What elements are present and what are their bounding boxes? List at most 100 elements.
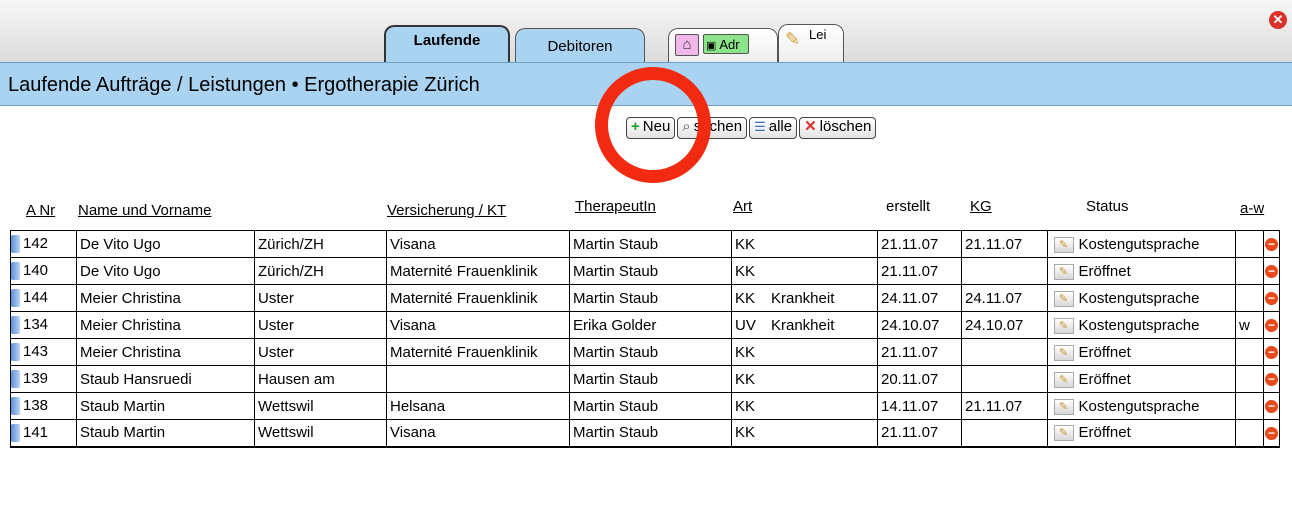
list-icon: ☰ <box>754 119 766 134</box>
cell-a-nr-text: 139 <box>23 369 49 387</box>
cell-status: Eröffnet <box>1075 338 1236 366</box>
cell-ort-text: Wettswil <box>258 397 314 415</box>
art-code: KK <box>735 289 756 307</box>
cell-therapeut: Martin Staub <box>569 257 732 285</box>
row-select-handle[interactable] <box>11 370 20 389</box>
orders-table: 142 De Vito Ugo Zürich/ZH Visana Martin Stau… <box>10 230 1280 448</box>
cell-a-nr-text: 141 <box>23 423 49 441</box>
remove-icon[interactable]: − <box>1265 346 1278 360</box>
tab-home-adr[interactable]: ⌂ ▣ Adr <box>668 28 778 62</box>
tab-adr[interactable]: ▣ Adr <box>703 34 749 54</box>
table-row[interactable]: 134 Meier Christina Uster Visana Erika Golde… <box>10 311 1280 339</box>
cell-edit: ✎ <box>1047 338 1076 366</box>
remove-icon[interactable]: − <box>1265 292 1278 306</box>
table-row[interactable]: 143 Meier Christina Uster Maternité Frauenk… <box>10 338 1280 366</box>
remove-icon[interactable]: − <box>1265 238 1278 252</box>
cell-a-nr: 143 <box>10 338 77 366</box>
home-icon[interactable]: ⌂ <box>675 34 699 56</box>
table-row[interactable]: 139 Staub Hansruedi Hausen am Martin Staub K… <box>10 365 1280 393</box>
cell-name-text: De Vito Ugo <box>80 262 161 280</box>
column-header-kg[interactable]: KG <box>970 198 992 215</box>
cell-name-text: Meier Christina <box>80 316 181 334</box>
cell-name-text: Staub Martin <box>80 424 166 442</box>
cell-a-nr: 139 <box>10 365 77 393</box>
cell-a-nr: 140 <box>10 257 77 285</box>
column-header-art[interactable]: Art <box>733 198 752 215</box>
cell-name: Staub Martin <box>76 392 255 420</box>
edit-icon[interactable]: ✎ <box>1053 236 1074 253</box>
tab-debitoren[interactable]: Debitoren <box>515 28 645 62</box>
cell-erstellt: 21.11.07 <box>877 230 962 258</box>
cell-ort: Wettswil <box>254 419 387 448</box>
cell-status-text: Eröffnet <box>1078 424 1131 442</box>
cell-aw <box>1235 365 1264 393</box>
table-row[interactable]: 144 Meier Christina Uster Maternité Frauenk… <box>10 284 1280 312</box>
row-select-handle[interactable] <box>11 289 20 308</box>
all-button-label: alle <box>768 118 793 135</box>
edit-icon[interactable]: ✎ <box>1053 425 1074 442</box>
cell-a-nr: 141 <box>10 419 77 448</box>
row-select-handle[interactable] <box>11 316 20 335</box>
cell-remove: − <box>1263 284 1280 312</box>
cell-therapeut-text: Martin Staub <box>573 289 659 307</box>
cell-status-text: Kostengutsprache <box>1078 289 1200 307</box>
cell-name-text: Meier Christina <box>80 289 181 307</box>
column-header-name[interactable]: Name und Vorname <box>78 202 211 219</box>
cell-a-nr: 144 <box>10 284 77 312</box>
edit-icon[interactable]: ✎ <box>1053 317 1074 334</box>
remove-icon[interactable]: − <box>1265 400 1278 414</box>
cell-name: Meier Christina <box>76 284 255 312</box>
row-select-handle[interactable] <box>11 235 20 254</box>
cell-ort: Hausen am <box>254 365 387 393</box>
remove-icon[interactable]: − <box>1265 373 1278 387</box>
edit-icon[interactable]: ✎ <box>1053 263 1074 280</box>
row-select-handle[interactable] <box>11 262 20 281</box>
cell-versicherung-text: Visana <box>390 235 436 253</box>
tab-laufende[interactable]: Laufende <box>384 25 510 63</box>
table-row[interactable]: 141 Staub Martin Wettswil Visana Martin Stau… <box>10 419 1280 448</box>
edit-icon[interactable]: ✎ <box>1053 344 1074 361</box>
column-header-aw[interactable]: a-w <box>1240 200 1264 217</box>
edit-icon[interactable]: ✎ <box>1053 290 1074 307</box>
cell-therapeut-text: Martin Staub <box>573 262 659 280</box>
cell-ort: Zürich/ZH <box>254 230 387 258</box>
cell-art: KK <box>731 230 878 258</box>
art-code: KK <box>735 262 756 280</box>
table-row[interactable]: 138 Staub Martin Wettswil Helsana Martin Sta… <box>10 392 1280 420</box>
search-button[interactable]: ⌕ suchen <box>677 117 748 139</box>
delete-button[interactable]: ✕ löschen <box>799 117 877 139</box>
edit-icon[interactable]: ✎ <box>1053 398 1074 415</box>
remove-icon[interactable]: − <box>1265 319 1278 333</box>
cell-erstellt: 21.11.07 <box>877 419 962 448</box>
cell-kg <box>961 257 1048 285</box>
column-header-therapeut[interactable]: TherapeutIn <box>575 198 656 215</box>
cell-ort: Uster <box>254 284 387 312</box>
cell-remove: − <box>1263 311 1280 339</box>
cell-kg: 24.11.07 <box>961 284 1048 312</box>
cell-aw <box>1235 230 1264 258</box>
row-select-handle[interactable] <box>11 423 20 442</box>
cell-versicherung: Helsana <box>386 392 570 420</box>
cell-erstellt-text: 21.11.07 <box>881 235 939 253</box>
row-select-handle[interactable] <box>11 397 20 416</box>
new-button[interactable]: + Neu <box>626 117 676 139</box>
close-icon[interactable]: ✕ <box>1269 11 1287 29</box>
search-button-label: suchen <box>693 118 743 135</box>
plus-icon: + <box>631 118 640 135</box>
remove-icon[interactable]: − <box>1265 265 1278 279</box>
column-header-versicherung[interactable]: Versicherung / KT <box>387 202 506 219</box>
all-button[interactable]: ☰ alle <box>749 117 798 139</box>
table-row[interactable]: 142 De Vito Ugo Zürich/ZH Visana Martin Stau… <box>10 230 1280 258</box>
tab-lei[interactable]: ✎ Lei <box>778 24 844 62</box>
cell-versicherung-text: Visana <box>390 424 436 442</box>
row-select-handle[interactable] <box>11 343 20 362</box>
table-row[interactable]: 140 De Vito Ugo Zürich/ZH Maternité Frauenk… <box>10 257 1280 285</box>
edit-icon[interactable]: ✎ <box>1053 371 1074 388</box>
new-button-label: Neu <box>642 118 671 135</box>
cell-edit: ✎ <box>1047 284 1076 312</box>
cell-status-text: Kostengutsprache <box>1078 316 1200 334</box>
remove-icon[interactable]: − <box>1265 426 1278 440</box>
cell-therapeut: Martin Staub <box>569 284 732 312</box>
delete-button-label: löschen <box>819 118 872 135</box>
column-header-a-nr[interactable]: A Nr <box>26 202 55 219</box>
